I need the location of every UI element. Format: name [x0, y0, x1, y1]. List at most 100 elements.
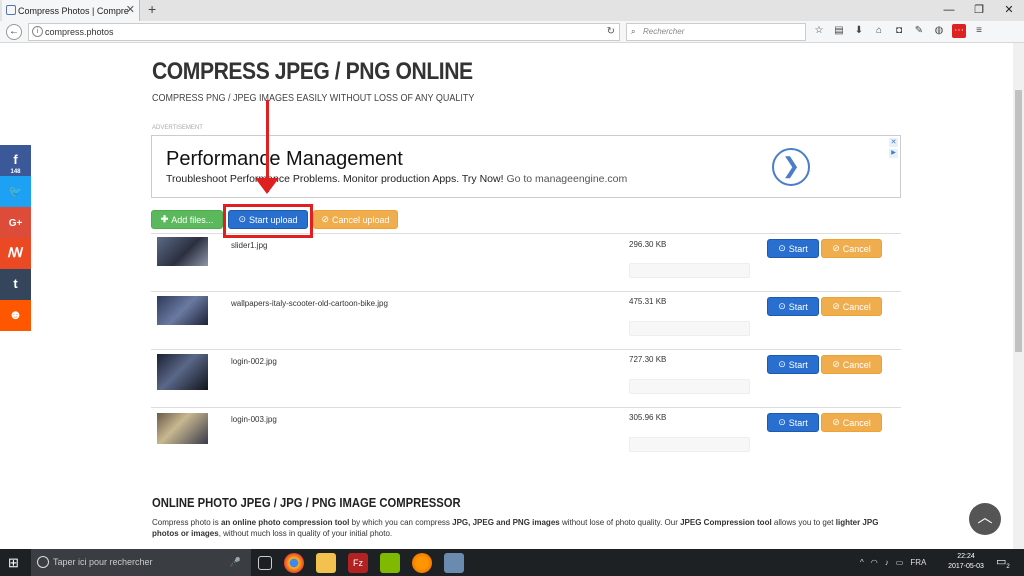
tumblr-icon: t: [13, 276, 18, 291]
scroll-to-top-button[interactable]: ︿: [969, 503, 1001, 535]
app-icon[interactable]: [444, 553, 464, 573]
add-files-button[interactable]: ✚ Add files...: [151, 210, 223, 229]
info-icon[interactable]: i: [32, 26, 43, 37]
network-icon[interactable]: ◠: [871, 558, 878, 567]
clock-time: 22:24: [957, 553, 975, 560]
filezilla-icon[interactable]: Fz: [348, 553, 368, 573]
row-start-button[interactable]: ⊙ Start: [767, 239, 819, 258]
google-plus-icon: G+: [8, 218, 23, 229]
upload-progress-bar: [629, 437, 750, 452]
row-cancel-button[interactable]: ⊘ Cancel: [821, 413, 882, 432]
bookmark-star-icon[interactable]: ☆: [812, 24, 826, 38]
window-close-button[interactable]: ✕: [994, 0, 1024, 21]
taskbar-search-box[interactable]: Taper ici pour rechercher 🎤: [31, 549, 251, 576]
desc-text: , without much loss in quality of your i…: [218, 529, 393, 538]
row-cancel-button[interactable]: ⊘ Cancel: [821, 297, 882, 316]
task-view-icon[interactable]: [258, 556, 272, 570]
upload-progress-bar: [629, 263, 750, 278]
cancel-circle-icon: ⊘: [321, 214, 329, 224]
reddit-share-button[interactable]: ☻: [0, 300, 31, 331]
chevron-up-icon: ︿: [977, 509, 993, 526]
google-plus-share-button[interactable]: G+: [0, 207, 31, 238]
row-start-button[interactable]: ⊙ Start: [767, 413, 819, 432]
row-start-label: Start: [788, 417, 808, 428]
url-bar[interactable]: i compress.photos ↻: [28, 23, 620, 41]
windows-taskbar: ⊞ Taper ici pour rechercher 🎤 Fz ^ ◠ ♪ ▭…: [0, 549, 1024, 576]
upload-circle-icon: ⊙: [778, 243, 786, 253]
row-cancel-label: Cancel: [842, 417, 871, 428]
browser-tab[interactable]: Compress Photos | Compre ✕: [2, 0, 140, 21]
twitter-icon: 🐦: [8, 186, 23, 198]
desc-text: without lose of photo quality. Our: [561, 518, 678, 527]
taskbar-search-placeholder: Taper ici pour rechercher: [53, 557, 153, 567]
ad-close-icon[interactable]: ✕: [889, 138, 898, 147]
firefox-icon[interactable]: [412, 553, 432, 573]
restore-button[interactable]: ❐: [964, 0, 994, 21]
file-thumbnail: [157, 237, 208, 266]
row-divider: [151, 407, 901, 408]
screenshot-icon[interactable]: ✎: [912, 24, 926, 38]
file-explorer-icon[interactable]: [316, 553, 336, 573]
notification-center-icon[interactable]: ▭2: [996, 555, 1010, 570]
ad-text-link[interactable]: Go to manageengine.com: [506, 173, 627, 185]
pocket-icon[interactable]: ◘: [892, 24, 906, 38]
file-thumbnail: [157, 296, 208, 325]
upload-circle-icon: ⊙: [778, 359, 786, 369]
row-start-label: Start: [788, 243, 808, 254]
site-favicon-icon: [6, 5, 16, 15]
tab-close-icon[interactable]: ✕: [126, 3, 135, 16]
row-cancel-button[interactable]: ⊘ Cancel: [821, 355, 882, 374]
file-thumbnail: [157, 354, 208, 390]
windows-start-icon[interactable]: ⊞: [8, 555, 19, 571]
language-indicator[interactable]: FRA: [910, 558, 926, 567]
notification-count: 2: [1006, 564, 1010, 571]
add-files-label: Add files...: [171, 214, 214, 225]
cancel-upload-button[interactable]: ⊘ Cancel upload: [313, 210, 398, 229]
ad-arrow-icon[interactable]: ❯: [772, 148, 810, 186]
row-start-button[interactable]: ⊙ Start: [767, 355, 819, 374]
stumbleupon-share-button[interactable]: ꟿ: [0, 238, 31, 269]
download-icon[interactable]: ⬇: [852, 24, 866, 38]
battery-icon[interactable]: ▭: [896, 558, 904, 567]
cancel-circle-icon: ⊘: [832, 359, 840, 369]
scrollbar-thumb[interactable]: [1015, 90, 1022, 352]
cancel-upload-label: Cancel upload: [332, 214, 390, 225]
clock-date: 2017-05-03: [948, 563, 984, 570]
volume-icon[interactable]: ♪: [885, 558, 889, 567]
minimize-button[interactable]: —: [934, 0, 964, 21]
annotation-arrow-head-icon: [255, 178, 279, 194]
upload-progress-bar: [629, 321, 750, 336]
file-name: wallpapers-italy-scooter-old-cartoon-bik…: [231, 299, 388, 308]
upload-circle-icon: ⊙: [778, 301, 786, 311]
clipboard-icon[interactable]: ▤: [832, 24, 846, 38]
row-cancel-button[interactable]: ⊘ Cancel: [821, 239, 882, 258]
annotation-highlight-box: [223, 204, 313, 238]
back-arrow-icon[interactable]: ←: [6, 24, 22, 40]
taskbar-apps: Fz: [258, 553, 464, 573]
twitter-share-button[interactable]: 🐦: [0, 176, 31, 207]
browser-search-box[interactable]: ⌕ Rechercher: [626, 23, 806, 41]
ad-choices-icon[interactable]: ▶: [889, 149, 898, 158]
hamburger-menu-icon[interactable]: ≡: [972, 24, 986, 38]
cancel-circle-icon: ⊘: [832, 417, 840, 427]
search-icon: ⌕: [631, 27, 636, 36]
hidden-icons-chevron-icon[interactable]: ^: [860, 558, 864, 567]
notepad-icon[interactable]: [380, 553, 400, 573]
new-tab-button[interactable]: +: [148, 1, 156, 17]
taskbar-clock[interactable]: 22:24 2017-05-03: [942, 552, 990, 572]
desc-bold: an online photo compression tool: [220, 518, 350, 527]
reload-icon[interactable]: ↻: [607, 24, 615, 40]
addon-icon[interactable]: ⋯: [952, 24, 966, 38]
file-name: login-002.jpg: [231, 357, 277, 366]
row-start-button[interactable]: ⊙ Start: [767, 297, 819, 316]
microphone-icon[interactable]: 🎤: [230, 549, 241, 576]
globe-icon[interactable]: ◍: [932, 24, 946, 38]
facebook-share-button[interactable]: f 148: [0, 145, 31, 176]
row-cancel-label: Cancel: [842, 359, 871, 370]
chrome-icon[interactable]: [284, 553, 304, 573]
browser-tab-bar: Compress Photos | Compre ✕ + — ❐ ✕: [0, 0, 1024, 21]
home-icon[interactable]: ⌂: [872, 24, 886, 38]
desc-text: by which you can compress: [351, 518, 450, 527]
tumblr-share-button[interactable]: t: [0, 269, 31, 300]
ad-title[interactable]: Performance Management: [166, 148, 403, 171]
